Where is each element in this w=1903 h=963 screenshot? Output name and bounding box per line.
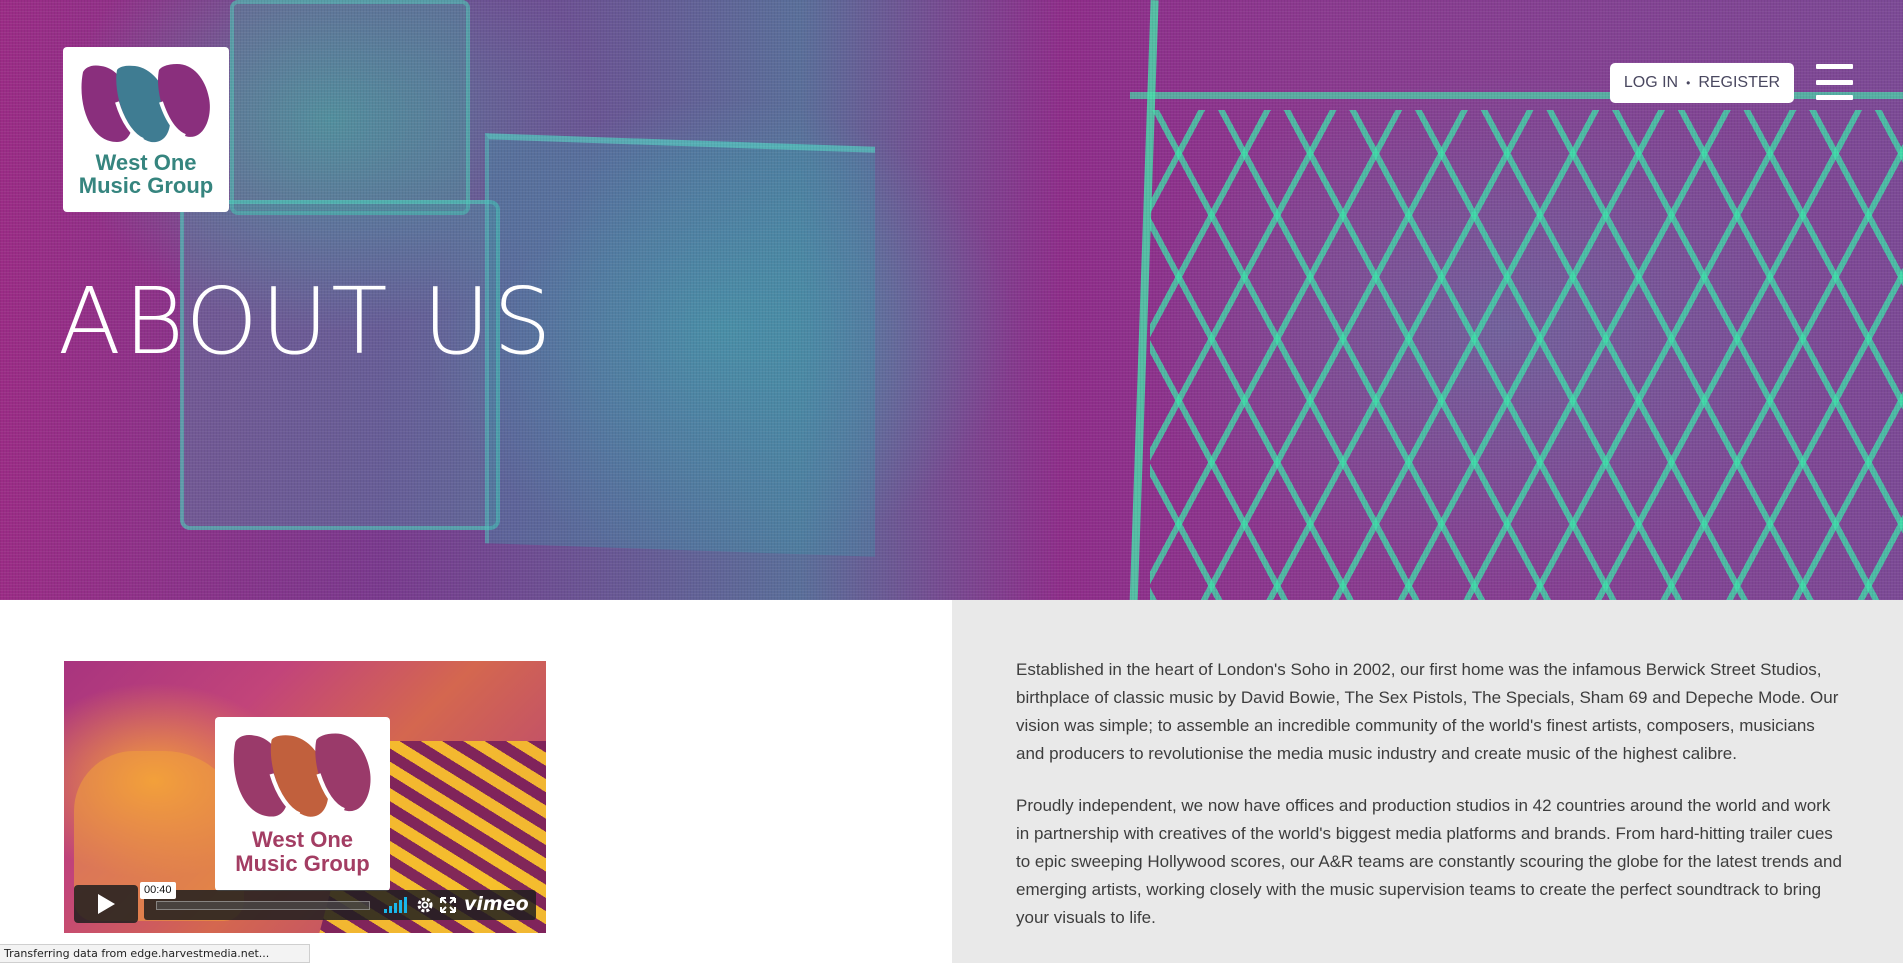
gear-icon[interactable] [416, 896, 434, 914]
site-logo[interactable]: West One Music Group [63, 47, 229, 212]
video-progress-bar[interactable] [156, 901, 370, 910]
video-player[interactable]: West One Music Group vimeo 00:40 [64, 661, 546, 933]
vimeo-logo[interactable]: vimeo [464, 893, 529, 915]
about-paragraph-1: Established in the heart of London's Soh… [1016, 660, 1839, 763]
play-button[interactable] [74, 885, 138, 923]
page-title: ABOUT US [58, 268, 555, 375]
hamburger-line [1816, 79, 1853, 85]
hamburger-icon[interactable] [1816, 64, 1853, 100]
register-link[interactable]: REGISTER [1698, 74, 1780, 92]
video-time-badge: 00:40 [140, 882, 176, 899]
volume-icon[interactable] [384, 897, 408, 913]
logo-mark-icon [81, 64, 210, 143]
video-logo: West One Music Group [215, 717, 390, 891]
play-icon [98, 894, 115, 914]
login-register-button[interactable]: LOG IN • REGISTER [1610, 63, 1794, 103]
video-logo-line2: Music Group [235, 851, 370, 876]
video-logo-line1: West One [251, 827, 354, 852]
logo-text-line2: Music Group [78, 173, 214, 198]
hero-banner: West One Music Group ABOUT US LOG IN • R… [0, 0, 1903, 600]
logo-mark-icon [233, 733, 371, 817]
login-link[interactable]: LOG IN [1624, 74, 1678, 92]
separator: • [1686, 76, 1691, 90]
browser-status-bar: Transferring data from edge.harvestmedia… [0, 944, 310, 963]
fullscreen-icon[interactable] [440, 897, 456, 913]
video-controls: vimeo [144, 890, 536, 920]
hamburger-line [1816, 64, 1853, 69]
hamburger-line [1816, 95, 1853, 100]
logo-text-line1: West One [95, 150, 197, 175]
about-paragraph-2: Proudly independent, we now have offices… [1016, 796, 1842, 927]
